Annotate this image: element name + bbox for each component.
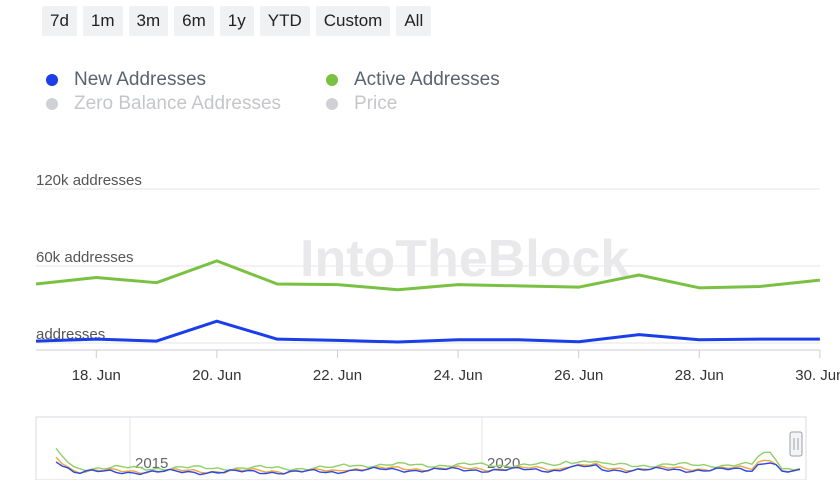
x-tick-label: 30. Jun — [795, 367, 840, 384]
legend-dot-price — [326, 98, 338, 110]
chart-legend: New Addresses Active Addresses Zero Bala… — [46, 68, 606, 116]
legend-label-active-addresses: Active Addresses — [354, 69, 500, 90]
x-tick-label: 18. Jun — [72, 367, 121, 384]
range-7d-button[interactable]: 7d — [42, 6, 77, 36]
range-ytd-button[interactable]: YTD — [259, 6, 310, 36]
legend-dot-new-addresses — [46, 74, 58, 86]
navigator[interactable]: 2015 2020 — [0, 414, 840, 480]
legend-dot-active-addresses — [326, 74, 338, 86]
y-tick-label: 60k addresses — [36, 249, 134, 266]
range-1m-button[interactable]: 1m — [82, 6, 123, 36]
legend-item-price[interactable]: Price — [326, 93, 606, 115]
x-tick-label: 24. Jun — [433, 367, 482, 384]
x-tick-label: 22. Jun — [313, 367, 362, 384]
x-tick-label: 20. Jun — [192, 367, 241, 384]
legend-item-new-addresses[interactable]: New Addresses — [46, 69, 326, 91]
line-chart: IntoTheBlock addresses60k addresses120k … — [35, 172, 840, 384]
range-all-button[interactable]: All — [396, 6, 432, 36]
watermark-text: IntoTheBlock — [300, 230, 629, 288]
y-axis-labels: addresses60k addresses120k addresses — [36, 172, 142, 343]
range-custom-button[interactable]: Custom — [315, 6, 391, 36]
legend-item-active-addresses[interactable]: Active Addresses — [326, 69, 606, 91]
range-3m-button[interactable]: 3m — [128, 6, 169, 36]
y-tick-label: 120k addresses — [36, 172, 142, 189]
range-selector: 7d 1m 3m 6m 1y YTD Custom All — [42, 6, 432, 36]
legend-label-zero-balance-addresses: Zero Balance Addresses — [74, 93, 282, 114]
legend-label-price: Price — [354, 93, 398, 114]
series-line-new-addresses — [35, 319, 820, 344]
navigator-handle[interactable] — [789, 431, 803, 457]
x-tick-label: 28. Jun — [675, 367, 724, 384]
range-1y-button[interactable]: 1y — [219, 6, 254, 36]
navigator-content: 2015 2020 — [35, 416, 807, 480]
legend-dot-zero-balance-addresses — [46, 98, 58, 110]
x-axis: 18. Jun 20. Jun 22. Jun 24. Jun 26. Jun 28. J… — [36, 349, 840, 384]
legend-item-zero-balance-addresses[interactable]: Zero Balance Addresses — [46, 93, 326, 115]
legend-label-new-addresses: New Addresses — [74, 69, 207, 90]
x-tick-label: 26. Jun — [554, 367, 603, 384]
range-6m-button[interactable]: 6m — [174, 6, 214, 36]
